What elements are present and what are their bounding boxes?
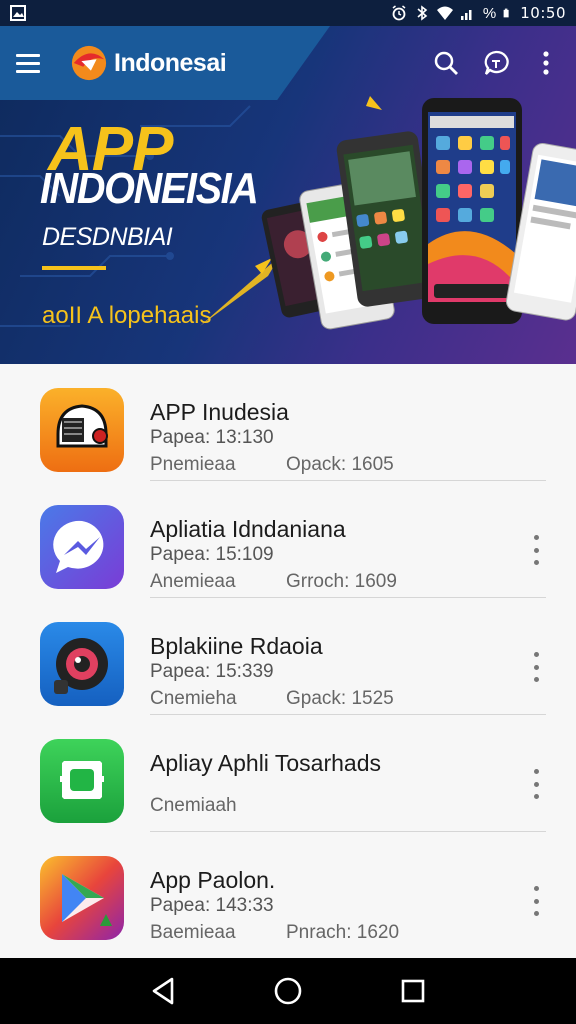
app-list: APP Inudesia Papea: 13:130 Pnemieaa Opac… <box>0 364 576 958</box>
app-category: Cnemiaah <box>150 795 237 816</box>
app-extra: Gpack: 1525 <box>286 688 394 709</box>
hero-title-line2: INDONEISIA <box>40 164 259 213</box>
alarm-icon <box>392 5 406 21</box>
app-extra: Pnrach: 1620 <box>286 922 400 943</box>
wifi-icon <box>436 6 453 20</box>
app-category: Cnemieha <box>150 688 237 709</box>
chat-square-app-icon <box>40 739 124 823</box>
app-subtitle: Papea: 15:109 <box>150 544 274 565</box>
back-icon[interactable] <box>141 969 185 1013</box>
chat-icon[interactable] <box>480 47 512 79</box>
more-vert-icon[interactable] <box>530 47 562 79</box>
signal-icon <box>460 10 472 20</box>
hero-banner: Indonesai APP INDONEISIA DESDNBIAI aoII … <box>0 26 576 364</box>
status-bar: % 10:50 <box>0 0 576 26</box>
app-category: Anemieaa <box>150 571 236 592</box>
hero-accent-line <box>42 266 106 270</box>
helmet-app-icon <box>40 388 124 472</box>
list-item[interactable]: Bplakiine Rdaoia Papea: 15:339 Cnemieha … <box>0 598 576 715</box>
hamburger-menu-icon[interactable] <box>16 43 56 83</box>
image-icon <box>10 5 26 21</box>
brand: Indonesai <box>70 44 227 82</box>
phones-illustration <box>261 98 576 330</box>
list-item[interactable]: Apliatia Idndaniana Papea: 15:109 Anemie… <box>0 481 576 598</box>
battery-icon <box>503 8 509 18</box>
app-title: APP Inudesia <box>150 399 289 425</box>
hero-subtitle: DESDNBIAI <box>42 223 173 251</box>
camera-app-icon <box>40 622 124 706</box>
app-title: Bplakiine Rdaoia <box>150 633 323 659</box>
app-subtitle: Papea: 15:339 <box>150 661 274 682</box>
more-options-icon[interactable] <box>526 535 546 565</box>
brand-logo-icon <box>71 45 107 81</box>
list-item[interactable]: APP Inudesia Papea: 13:130 Pnemieaa Opac… <box>0 364 576 481</box>
app-extra: Grroch: 1609 <box>286 571 397 592</box>
app-extra: Opack: 1605 <box>286 454 394 475</box>
more-options-icon[interactable] <box>526 886 546 916</box>
app-title: App Paolon. <box>150 867 276 893</box>
list-item[interactable]: Apliay Aphli Tosarhads Cnemiaah <box>0 715 576 832</box>
play-app-icon <box>40 856 124 940</box>
hero-tagline: aoII A lopehaais <box>42 302 212 329</box>
app-category: Pnemieaa <box>150 454 236 475</box>
home-icon[interactable] <box>266 969 310 1013</box>
clock: 10:50 <box>520 4 566 22</box>
more-options-icon[interactable] <box>526 769 546 799</box>
app-title: Apliatia Idndaniana <box>150 516 346 542</box>
app-category: Baemieaa <box>150 922 236 943</box>
list-item[interactable]: App Paolon. Papea: 143:33 Baemieaa Pnrac… <box>0 832 576 949</box>
app-bar: Indonesai <box>0 26 576 100</box>
app-subtitle: Papea: 143:33 <box>150 895 274 916</box>
recents-icon[interactable] <box>391 969 435 1013</box>
system-nav-bar <box>0 958 576 1024</box>
bluetooth-icon <box>417 5 428 21</box>
more-options-icon[interactable] <box>526 652 546 682</box>
brand-name: Indonesai <box>114 48 227 77</box>
app-subtitle: Papea: 13:130 <box>150 427 274 448</box>
search-icon[interactable] <box>430 47 462 79</box>
battery-label: % <box>482 4 497 22</box>
app-title: Apliay Aphli Tosarhads <box>150 750 381 776</box>
messenger-app-icon <box>40 505 124 589</box>
